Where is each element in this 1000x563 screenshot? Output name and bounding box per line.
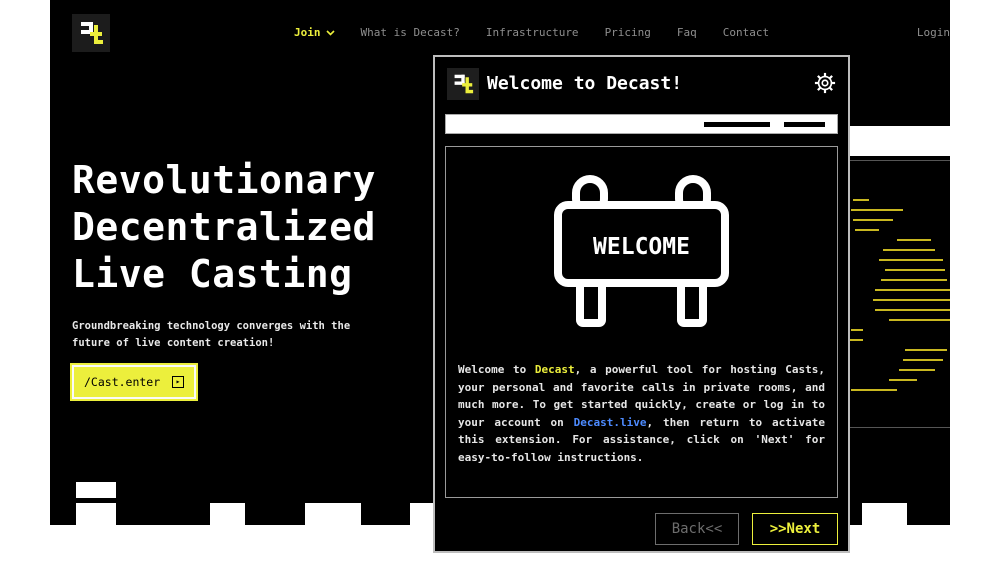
chevron-down-icon	[325, 29, 335, 36]
hero-title-line: Revolutionary	[72, 158, 376, 202]
decor-block	[862, 503, 907, 525]
progress-bar	[445, 114, 838, 134]
nav-item-faq[interactable]: Faq	[677, 26, 697, 39]
back-button[interactable]: Back<<	[655, 513, 739, 545]
gear-icon[interactable]	[814, 72, 836, 94]
message-text: Welcome to	[458, 363, 535, 376]
decor-block	[210, 503, 245, 525]
decast-live-link[interactable]: Decast.live	[574, 416, 647, 429]
nav-item-what-is-decast[interactable]: What is Decast?	[361, 26, 460, 39]
top-nav: Join What is Decast? Infrastructure Pric…	[294, 26, 769, 39]
ascii-art-panel	[845, 160, 950, 428]
cast-enter-label: /Cast.enter	[84, 375, 161, 389]
decor-block	[410, 503, 433, 525]
nav-item-pricing[interactable]: Pricing	[605, 26, 651, 39]
decast-logo-icon	[447, 68, 479, 100]
decor-block	[850, 126, 950, 156]
next-button[interactable]: >>Next	[752, 513, 838, 545]
decor-block	[305, 503, 361, 525]
welcome-dialog: Welcome to Decast! WELCOME Welcome to De…	[433, 55, 850, 553]
dialog-content: WELCOME Welcome to Decast, a powerful to…	[445, 146, 838, 498]
decast-logo-icon[interactable]	[72, 14, 110, 52]
nav-item-contact[interactable]: Contact	[723, 26, 769, 39]
nav-item-infrastructure[interactable]: Infrastructure	[486, 26, 579, 39]
brand-name: Decast	[534, 363, 575, 376]
decor-block	[860, 525, 910, 541]
hero-subtitle: Groundbreaking technology converges with…	[72, 320, 351, 349]
welcome-sign-icon: WELCOME	[554, 175, 729, 327]
hero-title-line: Decentralized	[72, 205, 376, 249]
nav-join-label: Join	[294, 26, 321, 39]
login-link[interactable]: Login	[917, 26, 950, 39]
sign-text: WELCOME	[593, 234, 690, 260]
cast-enter-button[interactable]: /Cast.enter ▸	[70, 363, 198, 401]
decor-block	[76, 482, 116, 498]
decor-block	[70, 525, 120, 543]
welcome-message: Welcome to Decast, a powerful tool for h…	[458, 361, 825, 467]
nav-join[interactable]: Join	[294, 26, 335, 39]
arrow-box-icon: ▸	[172, 376, 184, 388]
hero-title-line: Live Casting	[72, 252, 353, 296]
decor-block	[76, 503, 116, 525]
dialog-title: Welcome to Decast!	[487, 73, 683, 94]
hero-title: Revolutionary Decentralized Live Casting	[72, 157, 412, 298]
